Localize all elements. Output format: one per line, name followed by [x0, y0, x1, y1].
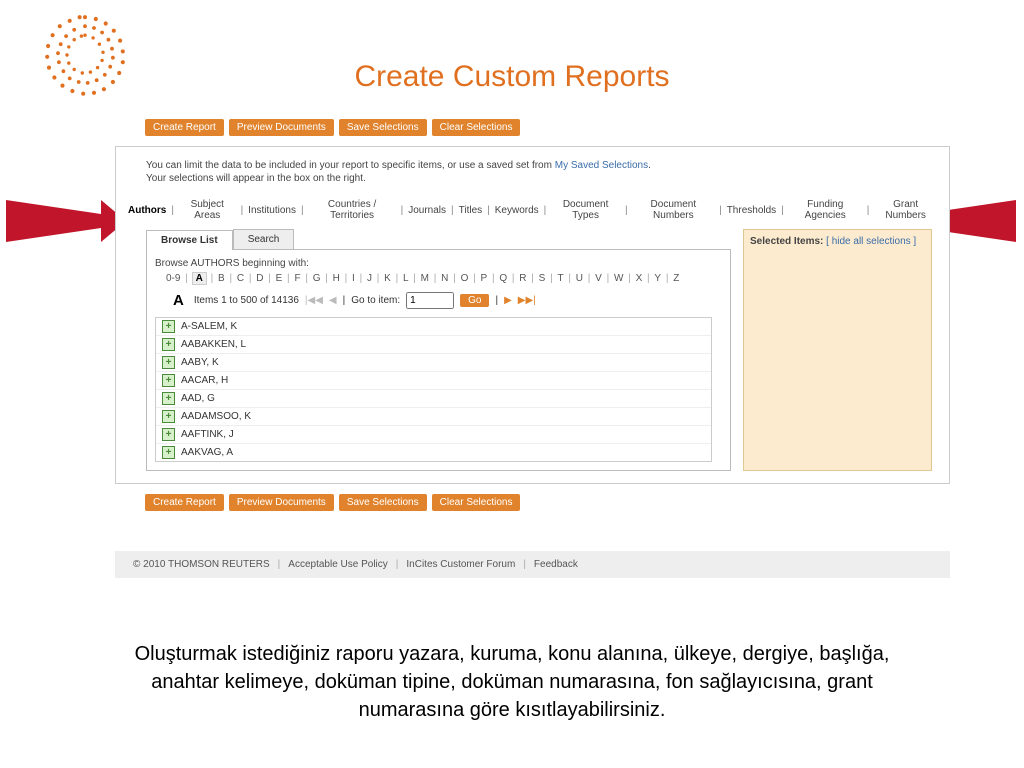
author-row: + AAKVAG, A — [156, 444, 711, 461]
filter-authors[interactable]: Authors — [128, 205, 166, 216]
author-row: + AACAR, H — [156, 372, 711, 390]
author-name[interactable]: AAKVAG, A — [181, 447, 233, 458]
author-row: + AAD, G — [156, 390, 711, 408]
main-panel: You can limit the data to be included in… — [115, 146, 950, 484]
alpha-Y[interactable]: Y — [653, 273, 662, 284]
create-report-button[interactable]: Create Report — [145, 119, 224, 136]
last-page-icon[interactable]: ▶▶| — [518, 295, 536, 306]
slide-caption: Oluşturmak istediğiniz raporu yazara, ku… — [0, 640, 1024, 724]
preview-documents-button-bottom[interactable]: Preview Documents — [229, 494, 334, 511]
selected-items-title: Selected Items: — [750, 236, 823, 247]
alpha-0-9[interactable]: 0-9 — [165, 273, 181, 284]
author-row: + A-SALEM, K — [156, 318, 711, 336]
alpha-W[interactable]: W — [613, 273, 624, 284]
filter-funding-agencies[interactable]: Funding Agencies — [789, 199, 862, 221]
my-saved-selections-link[interactable]: My Saved Selections — [555, 160, 648, 171]
tab-search[interactable]: Search — [233, 229, 295, 249]
alpha-J[interactable]: J — [366, 273, 373, 284]
author-name[interactable]: AAD, G — [181, 393, 215, 404]
alpha-H[interactable]: H — [332, 273, 341, 284]
filter-document-types[interactable]: Document Types — [551, 199, 620, 221]
alpha-T[interactable]: T — [556, 273, 564, 284]
add-author-icon[interactable]: + — [162, 428, 175, 441]
browse-heading: Browse AUTHORS beginning with: — [155, 258, 722, 269]
filter-subject-areas[interactable]: Subject Areas — [179, 199, 236, 221]
alpha-E[interactable]: E — [275, 273, 284, 284]
footer-bar: © 2010 THOMSON REUTERS| Acceptable Use P… — [115, 551, 950, 578]
slide-title: Create Custom Reports — [0, 60, 1024, 94]
alpha-P[interactable]: P — [480, 273, 489, 284]
prev-page-icon[interactable]: ◀ — [329, 295, 337, 306]
go-button[interactable]: Go — [460, 294, 489, 307]
footer-acceptable-use[interactable]: Acceptable Use Policy — [288, 559, 388, 570]
preview-documents-button[interactable]: Preview Documents — [229, 119, 334, 136]
goto-input[interactable] — [406, 292, 454, 309]
author-row: + AADAMSOO, K — [156, 408, 711, 426]
alpha-B[interactable]: B — [217, 273, 226, 284]
browse-box: Browse AUTHORS beginning with: 0-9 | A |… — [146, 249, 731, 471]
clear-selections-button-bottom[interactable]: Clear Selections — [432, 494, 521, 511]
save-selections-button[interactable]: Save Selections — [339, 119, 427, 136]
author-row: + AABY, K — [156, 354, 711, 372]
footer-copyright: © 2010 THOMSON REUTERS — [133, 559, 270, 570]
filter-titles[interactable]: Titles — [459, 205, 483, 216]
author-name[interactable]: AABY, K — [181, 357, 219, 368]
add-author-icon[interactable]: + — [162, 410, 175, 423]
footer-forum[interactable]: InCites Customer Forum — [406, 559, 515, 570]
alpha-K[interactable]: K — [383, 273, 392, 284]
top-button-row: Create Report Preview Documents Save Sel… — [145, 119, 950, 136]
footer-feedback[interactable]: Feedback — [534, 559, 578, 570]
author-name[interactable]: AAFTINK, J — [181, 429, 234, 440]
first-page-icon[interactable]: |◀◀ — [305, 295, 323, 306]
alpha-X[interactable]: X — [635, 273, 644, 284]
intro-text: You can limit the data to be included in… — [146, 159, 937, 185]
selected-items-panel: Selected Items: [ hide all selections ] — [743, 229, 932, 471]
filter-countries[interactable]: Countries / Territories — [309, 199, 396, 221]
alpha-O[interactable]: O — [460, 273, 470, 284]
add-author-icon[interactable]: + — [162, 392, 175, 405]
author-row: + AAFTINK, J — [156, 426, 711, 444]
create-report-button-bottom[interactable]: Create Report — [145, 494, 224, 511]
tab-browse-list[interactable]: Browse List — [146, 230, 233, 250]
save-selections-button-bottom[interactable]: Save Selections — [339, 494, 427, 511]
author-row: + AABAKKEN, L — [156, 336, 711, 354]
current-letter: A — [173, 292, 184, 309]
add-author-icon[interactable]: + — [162, 446, 175, 459]
alpha-C[interactable]: C — [236, 273, 245, 284]
author-list: + A-SALEM, K + AABAKKEN, L + AABY, K + AACAR, H… — [155, 317, 712, 462]
clear-selections-button[interactable]: Clear Selections — [432, 119, 521, 136]
alpha-A[interactable]: A — [192, 272, 207, 285]
items-range: Items 1 to 500 of 14136 — [194, 295, 299, 306]
alphabet-row: 0-9 | A | B | C | D | E | F | G | H | I … — [165, 273, 722, 284]
author-name[interactable]: AACAR, H — [181, 375, 228, 386]
alpha-Z[interactable]: Z — [672, 273, 680, 284]
filter-document-numbers[interactable]: Document Numbers — [633, 199, 715, 221]
filter-institutions[interactable]: Institutions — [248, 205, 296, 216]
add-author-icon[interactable]: + — [162, 356, 175, 369]
filter-journals[interactable]: Journals — [408, 205, 446, 216]
alpha-R[interactable]: R — [518, 273, 527, 284]
next-page-icon[interactable]: ▶ — [504, 295, 512, 306]
filter-thresholds[interactable]: Thresholds — [727, 205, 776, 216]
alpha-M[interactable]: M — [420, 273, 430, 284]
author-name[interactable]: AADAMSOO, K — [181, 411, 251, 422]
arrow-left-icon — [6, 200, 126, 242]
filter-row: Authors| Subject Areas| Institutions| Co… — [128, 199, 937, 221]
alpha-V[interactable]: V — [594, 273, 603, 284]
author-name[interactable]: A-SALEM, K — [181, 321, 237, 332]
alpha-Q[interactable]: Q — [498, 273, 508, 284]
filter-keywords[interactable]: Keywords — [495, 205, 539, 216]
goto-label: Go to item: — [351, 295, 400, 306]
alpha-U[interactable]: U — [575, 273, 584, 284]
alpha-F[interactable]: F — [293, 273, 301, 284]
filter-grant-numbers[interactable]: Grant Numbers — [874, 199, 937, 221]
add-author-icon[interactable]: + — [162, 338, 175, 351]
bottom-button-row: Create Report Preview Documents Save Sel… — [145, 494, 950, 511]
hide-all-selections-link[interactable]: [ hide all selections ] — [826, 236, 916, 247]
author-name[interactable]: AABAKKEN, L — [181, 339, 246, 350]
alpha-L[interactable]: L — [402, 273, 410, 284]
add-author-icon[interactable]: + — [162, 320, 175, 333]
add-author-icon[interactable]: + — [162, 374, 175, 387]
